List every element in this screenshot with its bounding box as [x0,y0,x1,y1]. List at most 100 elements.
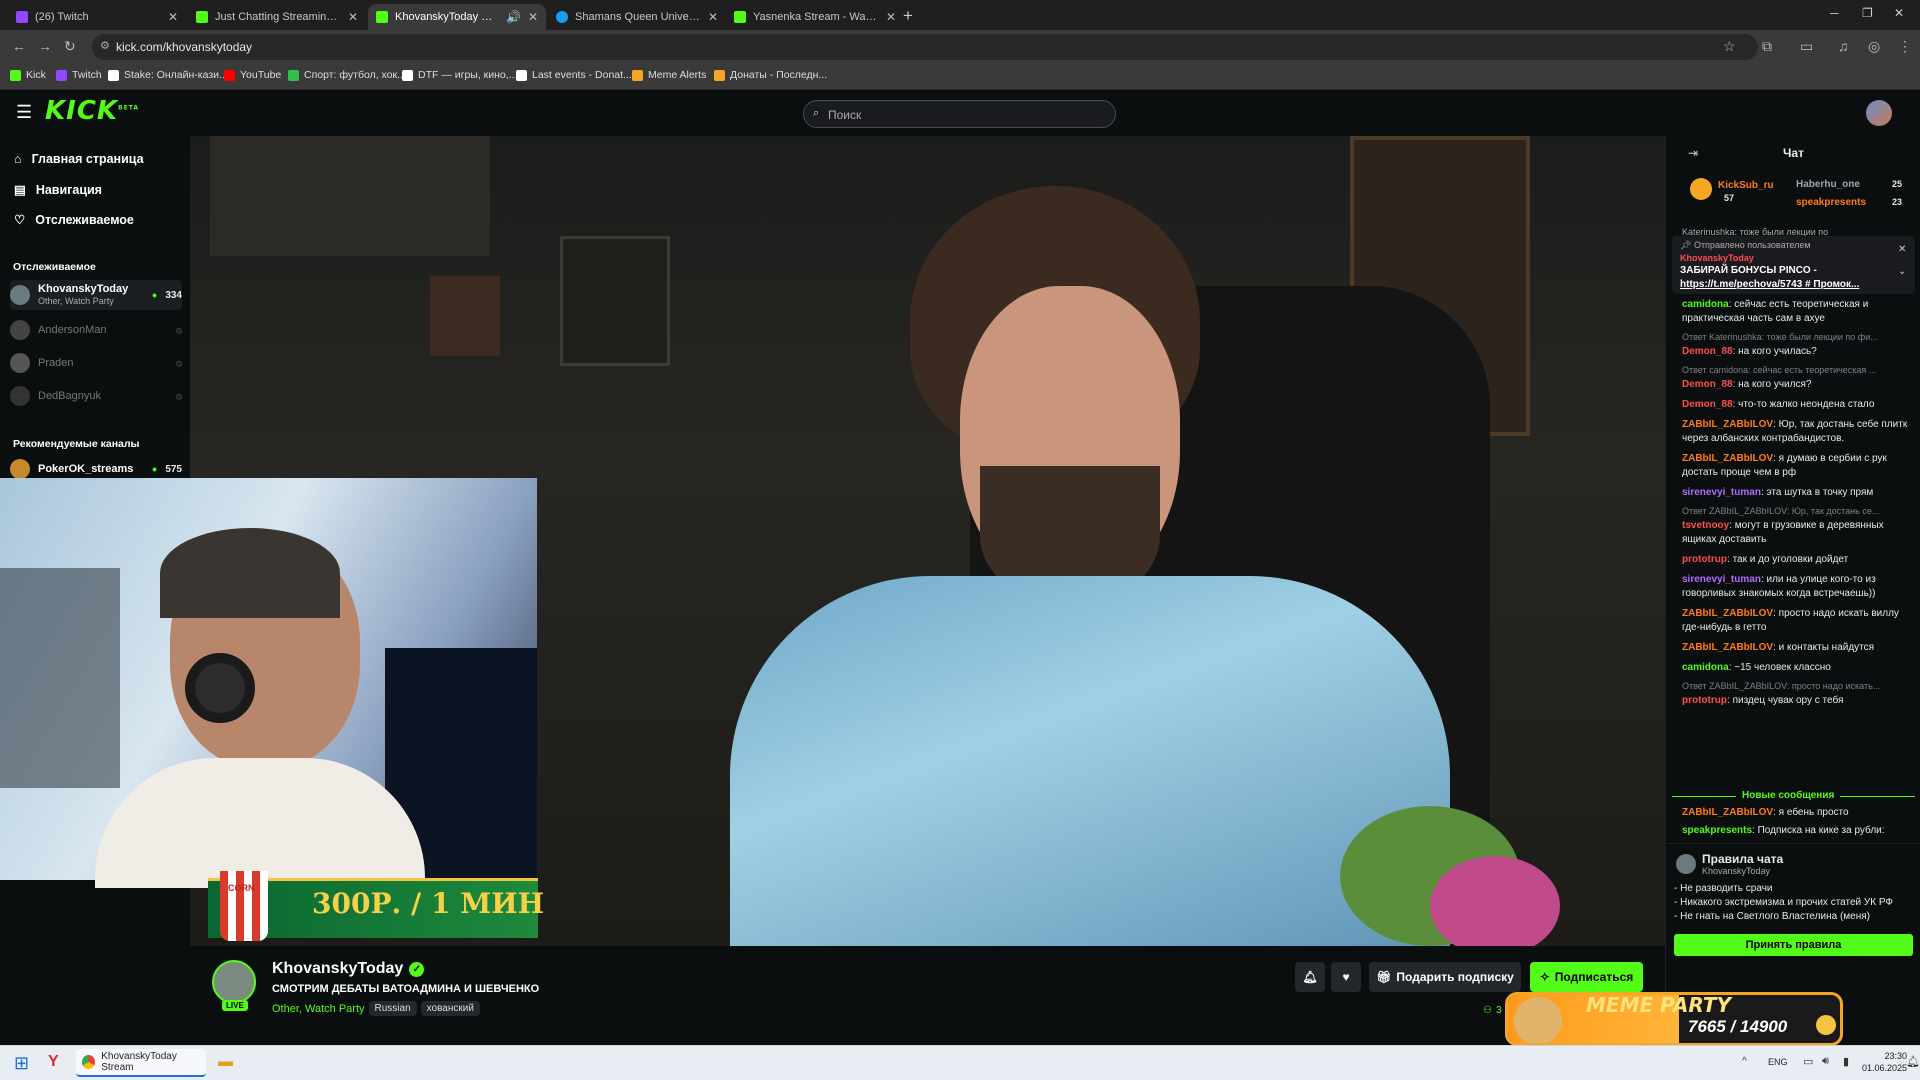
chat-username[interactable]: speakpresents [1682,825,1752,836]
channel-avatar[interactable] [212,960,256,1004]
taskbar-app-chrome[interactable]: KhovanskyToday Stream [76,1049,206,1077]
chat-username[interactable]: tsvetnooy [1682,520,1729,531]
chat-username[interactable]: sirenevyi_tuman [1682,487,1761,498]
chat-username[interactable]: sirenevyi_tuman [1682,574,1761,585]
bookmark-donat[interactable]: Last events - Donat... [516,69,632,81]
channel-name[interactable]: KhovanskyToday [272,960,403,978]
pinned-message[interactable]: 📌︎ Отправлено пользователем KhovanskyTod… [1672,236,1915,294]
profile-icon[interactable]: ◎ [1868,38,1880,55]
chat-username[interactable]: camidona [1682,662,1729,673]
chat-username[interactable]: ZABbIL_ZABbILOV [1682,807,1773,818]
close-icon[interactable]: ✕ [348,10,358,24]
close-icon[interactable]: ✕ [528,10,538,24]
bookmark-donations[interactable]: Донаты - Последн... [714,69,827,81]
extensions-icon[interactable]: ⧉ [1762,38,1772,55]
bookmark-sport[interactable]: Спорт: футбол, хок... [288,69,406,81]
close-icon[interactable]: ✕ [886,10,896,24]
chat-username[interactable]: prototrup [1682,554,1727,565]
bookmark-dtf[interactable]: DTF — игры, кино,... [402,69,517,81]
sidebar-channel-praden[interactable]: Praden ⦸ [10,348,182,378]
subscribe-button[interactable]: ✧ Подписаться [1530,962,1643,992]
maximize-icon[interactable]: ❐ [1862,6,1873,20]
network-icon[interactable]: ▭ [1803,1055,1813,1068]
search-input[interactable]: ⌕ Поиск [803,100,1116,128]
chat-username[interactable]: prototrup [1682,695,1727,706]
notifications-icon[interactable]: 🔔︎ [1906,1055,1920,1068]
tag-pill[interactable]: Russian [368,1001,417,1016]
kick-logo[interactable]: KICKBETA [45,96,139,126]
bookmark-twitch[interactable]: Twitch [56,69,102,81]
bookmark-kick[interactable]: Kick [10,69,46,81]
url-bar[interactable]: ⚙ kick.com/khovanskytoday [92,34,1758,60]
browser-tab[interactable]: (26) Twitch ✕ [8,4,186,30]
tray-chevron-icon[interactable]: ^ [1742,1056,1747,1067]
chat-username[interactable]: Demon_88 [1682,379,1733,390]
bookmark-meme-alerts[interactable]: Meme Alerts [632,69,706,81]
reply-context[interactable]: Ответ Katerinushka: тоже были лекции по … [1682,332,1912,342]
gift-sub-button[interactable]: 🎁︎ Подарить подписку [1369,962,1521,992]
top-gifter-name[interactable]: speakpresents [1796,197,1866,208]
close-icon[interactable]: ✕ [168,10,178,24]
chat-username[interactable]: ZABbIL_ZABbILOV [1682,608,1773,619]
bookmark-stake[interactable]: Stake: Онлайн-кази... [108,69,228,81]
accept-rules-button[interactable]: Принять правила [1674,934,1913,956]
nav-home[interactable]: ⌂ Главная страница [14,152,144,166]
menu-dots-icon[interactable]: ⋮ [1898,38,1912,55]
sidebar-channel-khovanskytoday[interactable]: KhovanskyToday Other, Watch Party ● 334 [10,280,182,310]
reload-icon[interactable]: ↻ [64,38,76,55]
chat-username[interactable]: Demon_88 [1682,399,1733,410]
chat-username[interactable]: ZABbIL_ZABbILOV [1682,419,1773,430]
sidebar-channel-andersonman[interactable]: AndersonMan ⦸ [10,315,182,345]
window-close-icon[interactable]: ✕ [1894,6,1904,20]
browser-tab[interactable]: Yasnenka Stream - Watch Live o ✕ [726,4,904,30]
reply-context[interactable]: Ответ ZABbIL_ZABbILOV: Юр, так достань с… [1682,506,1912,516]
language-indicator[interactable]: ENG [1768,1057,1788,1067]
unpin-icon[interactable]: ✕ [1898,244,1906,255]
chat-username[interactable]: ZABbIL_ZABbILOV [1682,642,1773,653]
new-tab-button[interactable]: + [903,6,913,26]
top-gifter-name[interactable]: KickSub_ru [1718,180,1774,191]
browser-tab[interactable]: Shamans Queen Universe. Leve ✕ [548,4,726,30]
chevron-down-icon[interactable]: ⌄ [1898,266,1906,277]
channel-name: Praden [38,357,74,369]
clock-time: 23:30 [1884,1051,1908,1061]
chat-username[interactable]: ZABbIL_ZABbILOV [1682,453,1773,464]
back-icon[interactable]: ← [12,38,26,54]
close-icon[interactable]: ✕ [708,10,718,24]
address-toolbar: ← → ↻ ⚙ kick.com/khovanskytoday ☆ ⧉ ▭ ♫ … [0,30,1920,64]
sidebar-channel-dedbagnyuk[interactable]: DedBagnyuk ⦸ [10,381,182,411]
reply-context[interactable]: Ответ camidona: сейчас есть теоретическа… [1682,365,1912,375]
chat-message: ZABbIL_ZABbILOV: Юр, так достань себе пл… [1682,419,1908,444]
chat-username[interactable]: camidona [1682,299,1729,310]
browser-tab[interactable]: Just Chatting Streaming - Live S ✕ [188,4,366,30]
new-messages-divider[interactable]: Новые сообщения [1736,790,1841,801]
forward-icon[interactable]: → [38,38,52,54]
top-gifter-name[interactable]: Haberhu_one [1796,179,1860,190]
yandex-browser-icon[interactable]: Y [48,1053,59,1071]
file-explorer-icon[interactable]: ▬ [218,1053,233,1070]
nav-browse[interactable]: ▤ Навигация [14,182,102,198]
media-icon[interactable]: ♫ [1838,38,1849,54]
minimize-icon[interactable]: ─ [1830,6,1839,20]
nav-following[interactable]: ♡ Отслеживаемое [14,212,134,228]
follow-button[interactable]: ♥ [1331,962,1361,992]
hamburger-menu-icon[interactable]: ☰ [16,102,32,123]
battery-icon[interactable]: ▮ [1843,1055,1849,1068]
bookmark-star-icon[interactable]: ☆ [1723,38,1736,55]
reply-context[interactable]: Ответ ZABbIL_ZABbILOV: просто надо искат… [1682,681,1912,691]
notifications-button[interactable]: 🔔︎ [1295,962,1325,992]
clock[interactable]: 23:30 01.06.2025 [1862,1050,1907,1074]
tag-pill[interactable]: хованский [420,1001,480,1016]
user-avatar[interactable] [1866,100,1892,126]
bookmark-youtube[interactable]: YouTube [224,69,281,81]
volume-icon[interactable]: 🔊︎ [1822,1055,1829,1068]
site-info-icon[interactable]: ⚙ [100,39,110,52]
windows-start-icon[interactable]: ⊞ [14,1053,29,1074]
chat-username[interactable]: Demon_88 [1682,346,1733,357]
speaker-icon[interactable]: 🔊 [506,10,521,24]
split-view-icon[interactable]: ▭ [1800,38,1813,55]
stream-category-link[interactable]: Other, Watch Party [272,1003,365,1015]
browser-tab-active[interactable]: KhovanskyToday Stream - Vi 🔊 ✕ [368,4,546,30]
pinned-link[interactable]: https://t.me/pechova/5743 # Промок... [1680,279,1859,290]
bike-stand [0,568,120,788]
